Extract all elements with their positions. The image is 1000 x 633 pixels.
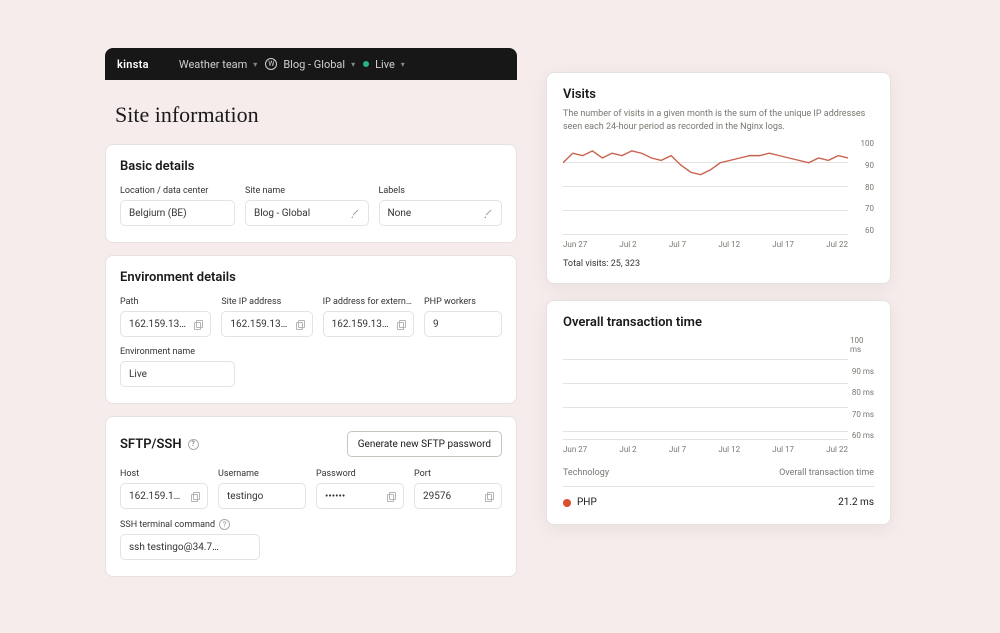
copy-icon[interactable] [387, 492, 395, 501]
sshcmd-label: SSH terminal command [120, 520, 215, 530]
help-icon[interactable]: ? [219, 519, 230, 530]
extip-label: IP address for external connections [323, 297, 414, 307]
site-name: Blog - Global [283, 58, 345, 71]
location-value: Belgium (BE) [120, 200, 235, 226]
edit-icon [351, 209, 360, 218]
copy-icon[interactable] [397, 320, 405, 329]
phpw-label: PHP workers [424, 297, 502, 307]
username-label: Username [218, 469, 306, 479]
port-label: Port [414, 469, 502, 479]
transaction-card: Overall transaction time 100 ms90 ms80 m… [546, 300, 891, 525]
sftp-heading: SFTP/SSH [120, 437, 182, 452]
copy-icon[interactable] [296, 320, 304, 329]
team-switcher[interactable]: Weather team ▾ [179, 58, 257, 71]
color-dot-icon [563, 499, 571, 507]
env-name: Live [375, 58, 395, 71]
edit-icon [484, 209, 493, 218]
chevron-down-icon: ▾ [401, 60, 405, 69]
copy-icon[interactable] [194, 320, 202, 329]
sftp-card: SFTP/SSH ? Generate new SFTP password Ho… [105, 416, 517, 577]
status-dot-icon [363, 61, 369, 67]
transaction-heading: Overall transaction time [563, 315, 874, 330]
copy-icon[interactable] [191, 492, 199, 501]
visits-card: Visits The number of visits in a given m… [546, 72, 891, 284]
visits-chart: 10090807060 Jun 27Jul 2Jul 7Jul 12Jul 17… [563, 139, 874, 249]
extip-input[interactable]: 162.159.134.42 [323, 311, 414, 337]
time-col-head: Overall transaction time [779, 468, 874, 478]
chevron-down-icon: ▾ [351, 60, 355, 69]
labels-label: Labels [379, 186, 503, 196]
team-name: Weather team [179, 58, 247, 71]
port-input[interactable]: 29576 [414, 483, 502, 509]
env-switcher[interactable]: Live ▾ [363, 58, 405, 71]
chevron-down-icon: ▾ [253, 60, 257, 69]
envname-label: Environment name [120, 347, 235, 357]
page-title: Site information [115, 102, 517, 128]
tech-value: 21.2 ms [838, 497, 874, 508]
tech-row-php: PHP 21.2 ms [563, 487, 874, 510]
site-switcher[interactable]: W Blog - Global ▾ [265, 58, 355, 71]
envname-input: Live [120, 361, 235, 387]
path-label: Path [120, 297, 211, 307]
basic-details-heading: Basic details [120, 159, 502, 174]
phpw-input: 9 [424, 311, 502, 337]
password-label: Password [316, 469, 404, 479]
visits-total: Total visits: 25, 323 [563, 259, 874, 269]
location-label: Location / data center [120, 186, 235, 196]
host-label: Host [120, 469, 208, 479]
logo: kinsta [117, 58, 149, 71]
copy-icon[interactable] [485, 492, 493, 501]
sitename-input[interactable]: Blog - Global [245, 200, 369, 226]
basic-details-card: Basic details Location / data center Bel… [105, 144, 517, 243]
labels-input[interactable]: None [379, 200, 503, 226]
topbar: kinsta Weather team ▾ W Blog - Global ▾ … [105, 48, 517, 80]
sitename-label: Site name [245, 186, 369, 196]
env-heading: Environment details [120, 270, 502, 285]
visits-heading: Visits [563, 87, 874, 102]
sshcmd-input[interactable]: ssh testingo@34.7… [120, 534, 260, 560]
siteip-label: Site IP address [221, 297, 312, 307]
help-icon[interactable]: ? [188, 439, 199, 450]
host-input[interactable]: 162.159.134.42 [120, 483, 208, 509]
password-input[interactable]: •••••• [316, 483, 404, 509]
generate-sftp-password-button[interactable]: Generate new SFTP password [347, 431, 502, 457]
visits-desc: The number of visits in a given month is… [563, 108, 874, 133]
username-input[interactable]: testingo [218, 483, 306, 509]
siteip-input[interactable]: 162.159.134.42 [221, 311, 312, 337]
path-input[interactable]: 162.159.134.42 [120, 311, 211, 337]
environment-details-card: Environment details Path 162.159.134.42 … [105, 255, 517, 404]
transaction-chart: 100 ms90 ms80 ms70 ms60 ms Jun 27Jul 2Ju… [563, 336, 874, 454]
tech-col-head: Technology [563, 468, 609, 478]
wordpress-icon: W [265, 58, 277, 70]
